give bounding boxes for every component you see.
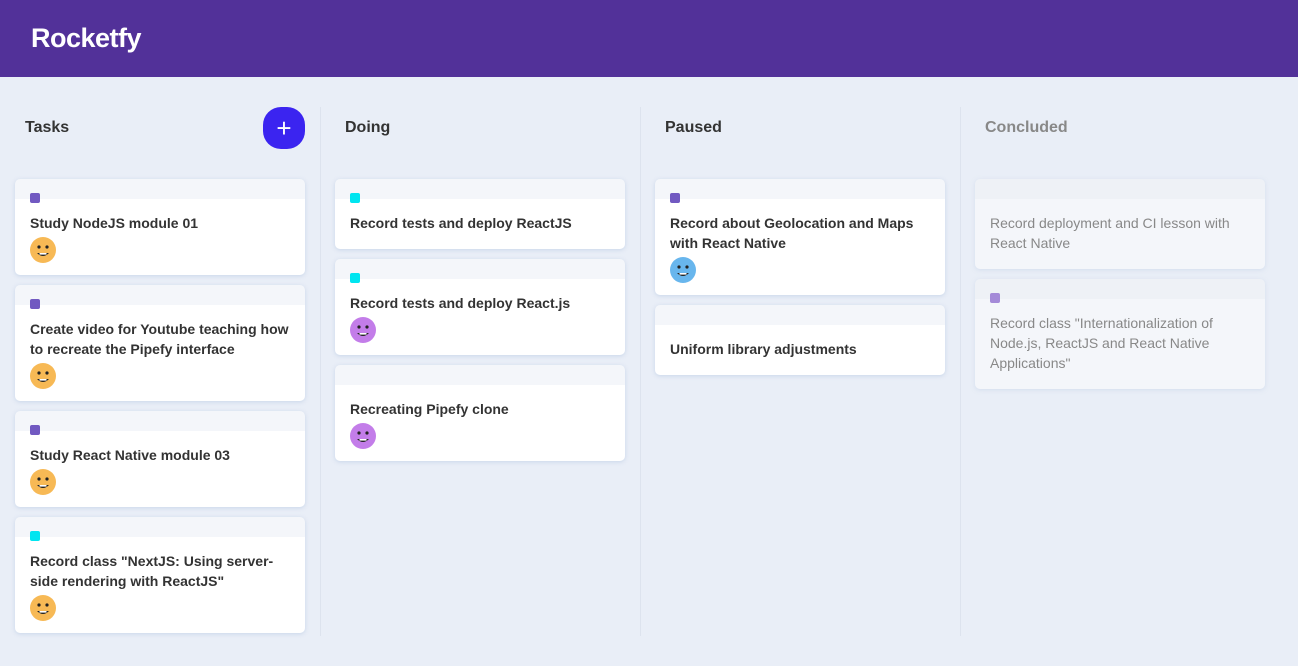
card-content: Record tests and deploy React.js bbox=[350, 295, 571, 311]
card-content: Uniform library adjustments bbox=[670, 341, 857, 357]
card-label bbox=[990, 293, 1000, 303]
card-label bbox=[350, 273, 360, 283]
list-header: Paused bbox=[655, 77, 945, 179]
card[interactable]: Create video for Youtube teaching how to… bbox=[15, 285, 305, 401]
list-paused: Paused Record about Geolocation and Maps… bbox=[640, 77, 960, 666]
card-label bbox=[30, 425, 40, 435]
card-content: Create video for Youtube teaching how to… bbox=[30, 321, 289, 357]
user-avatar bbox=[30, 595, 56, 621]
app-header: Rocketfy bbox=[0, 0, 1298, 77]
card[interactable]: Record deployment and CI lesson with Rea… bbox=[975, 179, 1265, 269]
card-content: Study NodeJS module 01 bbox=[30, 215, 199, 231]
card[interactable]: Study React Native module 03 bbox=[15, 411, 305, 507]
card-content: Record class "NextJS: Using server-side … bbox=[30, 553, 274, 589]
user-avatar bbox=[30, 363, 56, 389]
list-title: Doing bbox=[345, 119, 391, 136]
list-header: Doing bbox=[335, 77, 625, 179]
user-avatar bbox=[30, 469, 56, 495]
card-list: Record about Geolocation and Maps with R… bbox=[655, 179, 945, 375]
card-content: Recreating Pipefy clone bbox=[350, 401, 509, 417]
card[interactable]: Uniform library adjustments bbox=[655, 305, 945, 375]
list-header: Concluded bbox=[975, 77, 1265, 179]
list-doing: Doing Record tests and deploy ReactJS Re… bbox=[320, 77, 640, 666]
list-title: Concluded bbox=[985, 119, 1068, 136]
card[interactable]: Record class "Internationalization of No… bbox=[975, 279, 1265, 389]
card-list: Record tests and deploy ReactJS Record t… bbox=[335, 179, 625, 461]
card[interactable]: Record about Geolocation and Maps with R… bbox=[655, 179, 945, 295]
card-label bbox=[30, 531, 40, 541]
card[interactable]: Record tests and deploy ReactJS bbox=[335, 179, 625, 249]
card-content: Record about Geolocation and Maps with R… bbox=[670, 215, 914, 251]
list-tasks: Tasks + Study NodeJS module 01 Create vi… bbox=[0, 77, 320, 666]
card-content: Record class "Internationalization of No… bbox=[990, 315, 1213, 371]
user-avatar bbox=[30, 237, 56, 263]
card-list: Record deployment and CI lesson with Rea… bbox=[975, 179, 1265, 389]
list-title: Tasks bbox=[25, 119, 70, 136]
card[interactable]: Study NodeJS module 01 bbox=[15, 179, 305, 275]
card-label bbox=[350, 193, 360, 203]
card[interactable]: Recreating Pipefy clone bbox=[335, 365, 625, 461]
kanban-board: Tasks + Study NodeJS module 01 Create vi… bbox=[0, 77, 1298, 666]
card[interactable]: Record class "NextJS: Using server-side … bbox=[15, 517, 305, 633]
user-avatar bbox=[350, 317, 376, 343]
list-header: Tasks + bbox=[15, 77, 305, 179]
add-card-button[interactable]: + bbox=[263, 107, 305, 149]
card-label bbox=[30, 193, 40, 203]
card-content: Record deployment and CI lesson with Rea… bbox=[990, 215, 1230, 251]
user-avatar bbox=[350, 423, 376, 449]
user-avatar bbox=[670, 257, 696, 283]
app-logo: Rocketfy bbox=[31, 23, 142, 53]
list-title: Paused bbox=[665, 119, 722, 136]
list-concluded: Concluded Record deployment and CI lesso… bbox=[960, 77, 1280, 666]
card-list: Study NodeJS module 01 Create video for … bbox=[15, 179, 305, 633]
card-label bbox=[30, 299, 40, 309]
card-content: Study React Native module 03 bbox=[30, 447, 230, 463]
card-label bbox=[670, 193, 680, 203]
card[interactable]: Record tests and deploy React.js bbox=[335, 259, 625, 355]
card-content: Record tests and deploy ReactJS bbox=[350, 215, 572, 231]
